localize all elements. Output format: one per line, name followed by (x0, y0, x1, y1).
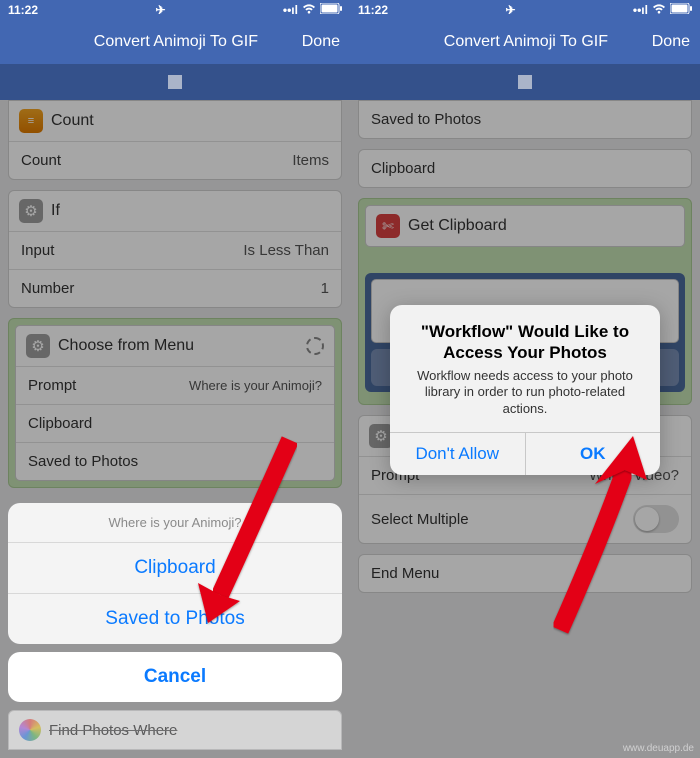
nav-bar: Convert Animoji To GIF Done (0, 20, 350, 64)
done-button[interactable]: Done (302, 33, 340, 51)
signal-icon: ••ıl (283, 3, 298, 17)
signal-icon: ••ıl (633, 3, 648, 17)
status-time: 11:22 (8, 3, 38, 17)
alert-deny-button[interactable]: Don't Allow (390, 433, 525, 475)
alert-title: "Workflow" Would Like to Access Your Pho… (404, 321, 646, 364)
battery-icon (320, 3, 342, 17)
annotation-arrow (190, 430, 310, 640)
nav-title: Convert Animoji To GIF (400, 33, 652, 51)
annotation-arrow (530, 430, 660, 640)
status-bar: 11:22 ✈ ••ıl (350, 0, 700, 20)
sheet-cancel-button[interactable]: Cancel (8, 652, 342, 702)
photos-icon (19, 719, 41, 741)
battery-icon (670, 3, 692, 17)
find-photos-label: Find Photos Where (49, 722, 177, 739)
nav-bar: Convert Animoji To GIF Done (350, 20, 700, 64)
wifi-icon (302, 3, 316, 18)
status-time: 11:22 (358, 3, 388, 17)
watermark: www.deuapp.de (623, 743, 694, 754)
left-screenshot: 11:22 ✈ ••ıl Convert Animoji To GIF Done (0, 0, 350, 758)
stop-icon[interactable] (168, 75, 182, 89)
done-button[interactable]: Done (652, 33, 690, 51)
wifi-icon (652, 3, 666, 18)
toolbar (0, 64, 350, 100)
nav-title: Convert Animoji To GIF (50, 33, 302, 51)
stop-icon[interactable] (518, 75, 532, 89)
toolbar (350, 64, 700, 100)
status-bar: 11:22 ✈ ••ıl (0, 0, 350, 20)
right-screenshot: 11:22 ✈ ••ıl Convert Animoji To GIF Done… (350, 0, 700, 758)
alert-message: Workflow needs access to your photo libr… (404, 368, 646, 419)
